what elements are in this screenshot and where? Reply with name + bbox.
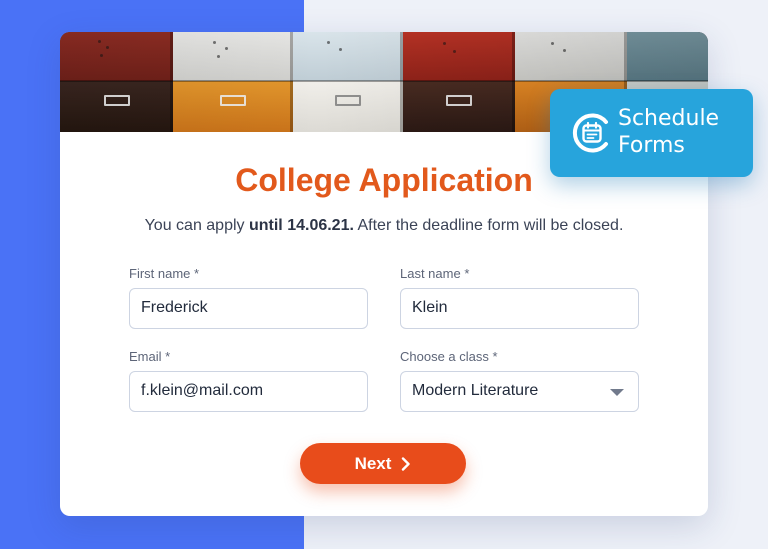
deadline-date: until 14.06.21. [248,217,354,234]
class-select-value: Modern Literature [412,382,539,399]
deadline-notice: You can apply until 14.06.21. After the … [60,217,708,235]
chevron-right-icon [402,456,411,471]
deadline-notice-prefix: You can apply [144,217,249,234]
first-name-label: First name * [129,266,200,281]
deadline-notice-suffix: After the deadline form will be closed. [353,217,624,234]
next-button[interactable]: Next [300,443,466,484]
badge-line-1: Schedule [618,106,720,131]
class-select[interactable]: Modern Literature [400,371,639,412]
class-label: Choose a class * [400,349,498,364]
badge-wordmark: Schedule Forms [618,105,748,159]
first-name-input[interactable]: Frederick [129,288,368,329]
email-label: Email * [129,349,171,364]
schedule-forms-badge: Schedule Forms [550,89,753,177]
chevron-down-icon [610,389,624,396]
next-button-label: Next [354,453,392,473]
calendar-icon [572,113,608,153]
email-input[interactable]: f.klein@mail.com [129,371,368,412]
last-name-label: Last name * [400,266,470,281]
badge-line-2: Forms [618,133,685,158]
last-name-input[interactable]: Klein [400,288,639,329]
